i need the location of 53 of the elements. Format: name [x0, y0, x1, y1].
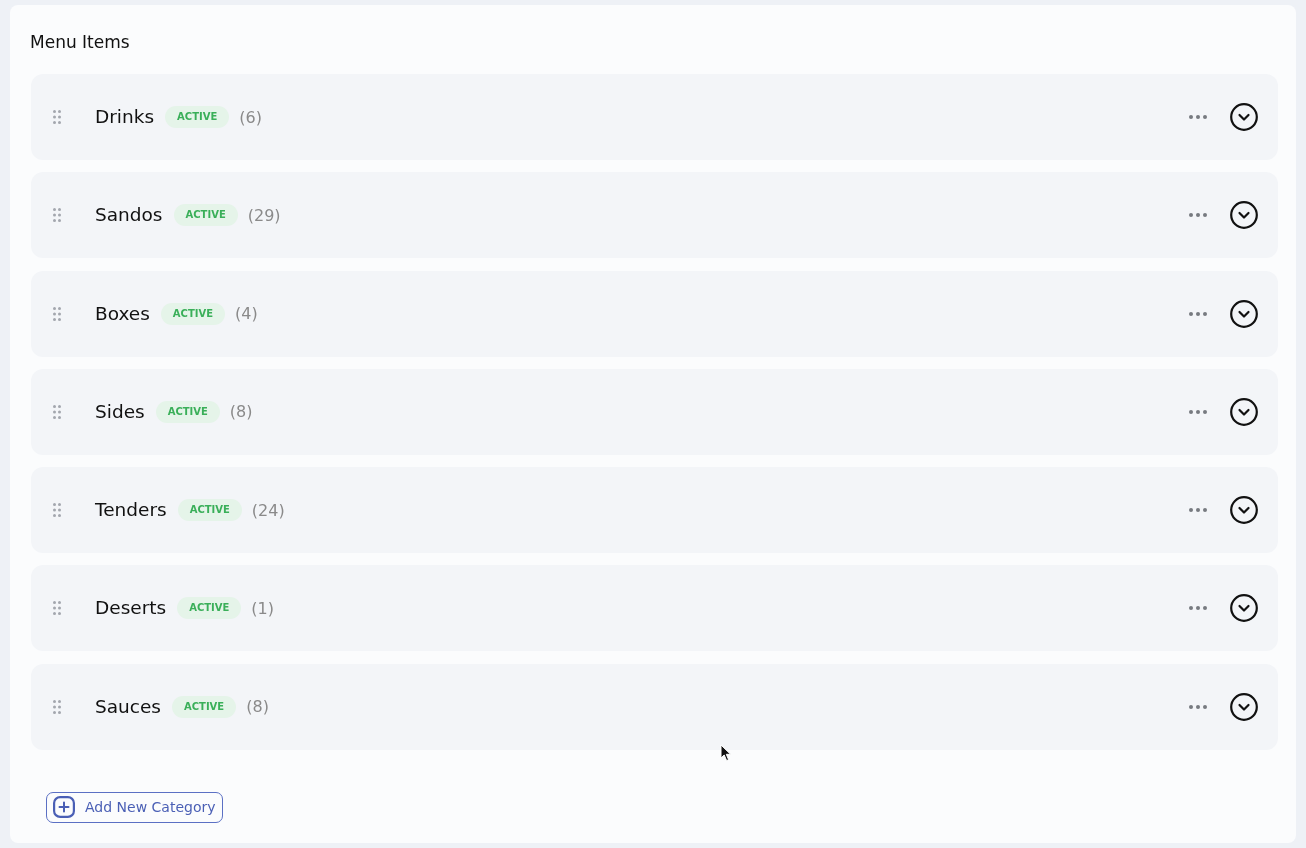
- item-count: (1): [251, 599, 275, 618]
- category-row[interactable]: Drinks ACTIVE (6): [31, 74, 1278, 160]
- drag-handle-icon[interactable]: [53, 110, 61, 124]
- chevron-down-circle-icon[interactable]: [1230, 594, 1258, 623]
- status-badge: ACTIVE: [160, 302, 226, 325]
- mouse-pointer-icon: [720, 744, 732, 762]
- item-count: (8): [246, 697, 269, 717]
- category-row[interactable]: Boxes ACTIVE (4): [31, 270, 1278, 357]
- more-options-icon[interactable]: [1189, 213, 1207, 218]
- more-options-icon[interactable]: [1189, 508, 1207, 513]
- plus-square-icon: [53, 796, 75, 819]
- category-name: Sauces: [95, 694, 161, 719]
- drag-handle-icon[interactable]: [53, 503, 61, 518]
- drag-handle-icon[interactable]: [53, 208, 61, 223]
- status-badge: ACTIVE: [177, 597, 242, 620]
- drag-handle-icon[interactable]: [53, 404, 61, 419]
- category-name: Boxes: [95, 301, 150, 326]
- more-options-icon[interactable]: [1189, 115, 1207, 119]
- item-count: (6): [239, 107, 262, 127]
- status-badge: ACTIVE: [165, 106, 230, 128]
- status-badge: ACTIVE: [155, 400, 220, 423]
- category-row[interactable]: Sides ACTIVE (8): [31, 368, 1278, 455]
- section-title: Menu Items: [30, 32, 130, 52]
- item-count: (4): [235, 304, 258, 324]
- category-name: Sides: [95, 399, 145, 424]
- chevron-down-circle-icon[interactable]: [1230, 103, 1258, 131]
- drag-handle-icon[interactable]: [53, 699, 61, 714]
- chevron-down-circle-icon[interactable]: [1230, 692, 1258, 721]
- more-options-icon[interactable]: [1189, 311, 1207, 316]
- more-options-icon[interactable]: [1189, 704, 1207, 709]
- item-count: (29): [247, 205, 281, 225]
- drag-handle-icon[interactable]: [53, 306, 61, 321]
- category-name: Sandos: [95, 203, 163, 228]
- status-badge: ACTIVE: [177, 499, 242, 522]
- category-row[interactable]: Deserts ACTIVE (1): [31, 565, 1278, 652]
- more-options-icon[interactable]: [1189, 606, 1207, 611]
- chevron-down-circle-icon[interactable]: [1230, 496, 1258, 525]
- chevron-down-circle-icon[interactable]: [1230, 299, 1258, 328]
- category-row[interactable]: Tenders ACTIVE (24): [31, 467, 1278, 554]
- drag-handle-icon[interactable]: [53, 601, 61, 616]
- category-row[interactable]: Sauces ACTIVE (8): [31, 663, 1278, 750]
- category-name: Drinks: [95, 105, 155, 129]
- category-row[interactable]: Sandos ACTIVE (29): [31, 172, 1278, 259]
- chevron-down-circle-icon[interactable]: [1230, 201, 1258, 230]
- add-category-button[interactable]: Add New Category: [46, 791, 223, 823]
- category-name: Tenders: [95, 498, 167, 523]
- category-name: Deserts: [95, 596, 167, 621]
- chevron-down-circle-icon[interactable]: [1230, 397, 1258, 426]
- status-badge: ACTIVE: [172, 695, 237, 718]
- more-options-icon[interactable]: [1189, 409, 1207, 414]
- item-count: (8): [229, 402, 253, 422]
- item-count: (24): [251, 500, 285, 520]
- status-badge: ACTIVE: [173, 204, 238, 227]
